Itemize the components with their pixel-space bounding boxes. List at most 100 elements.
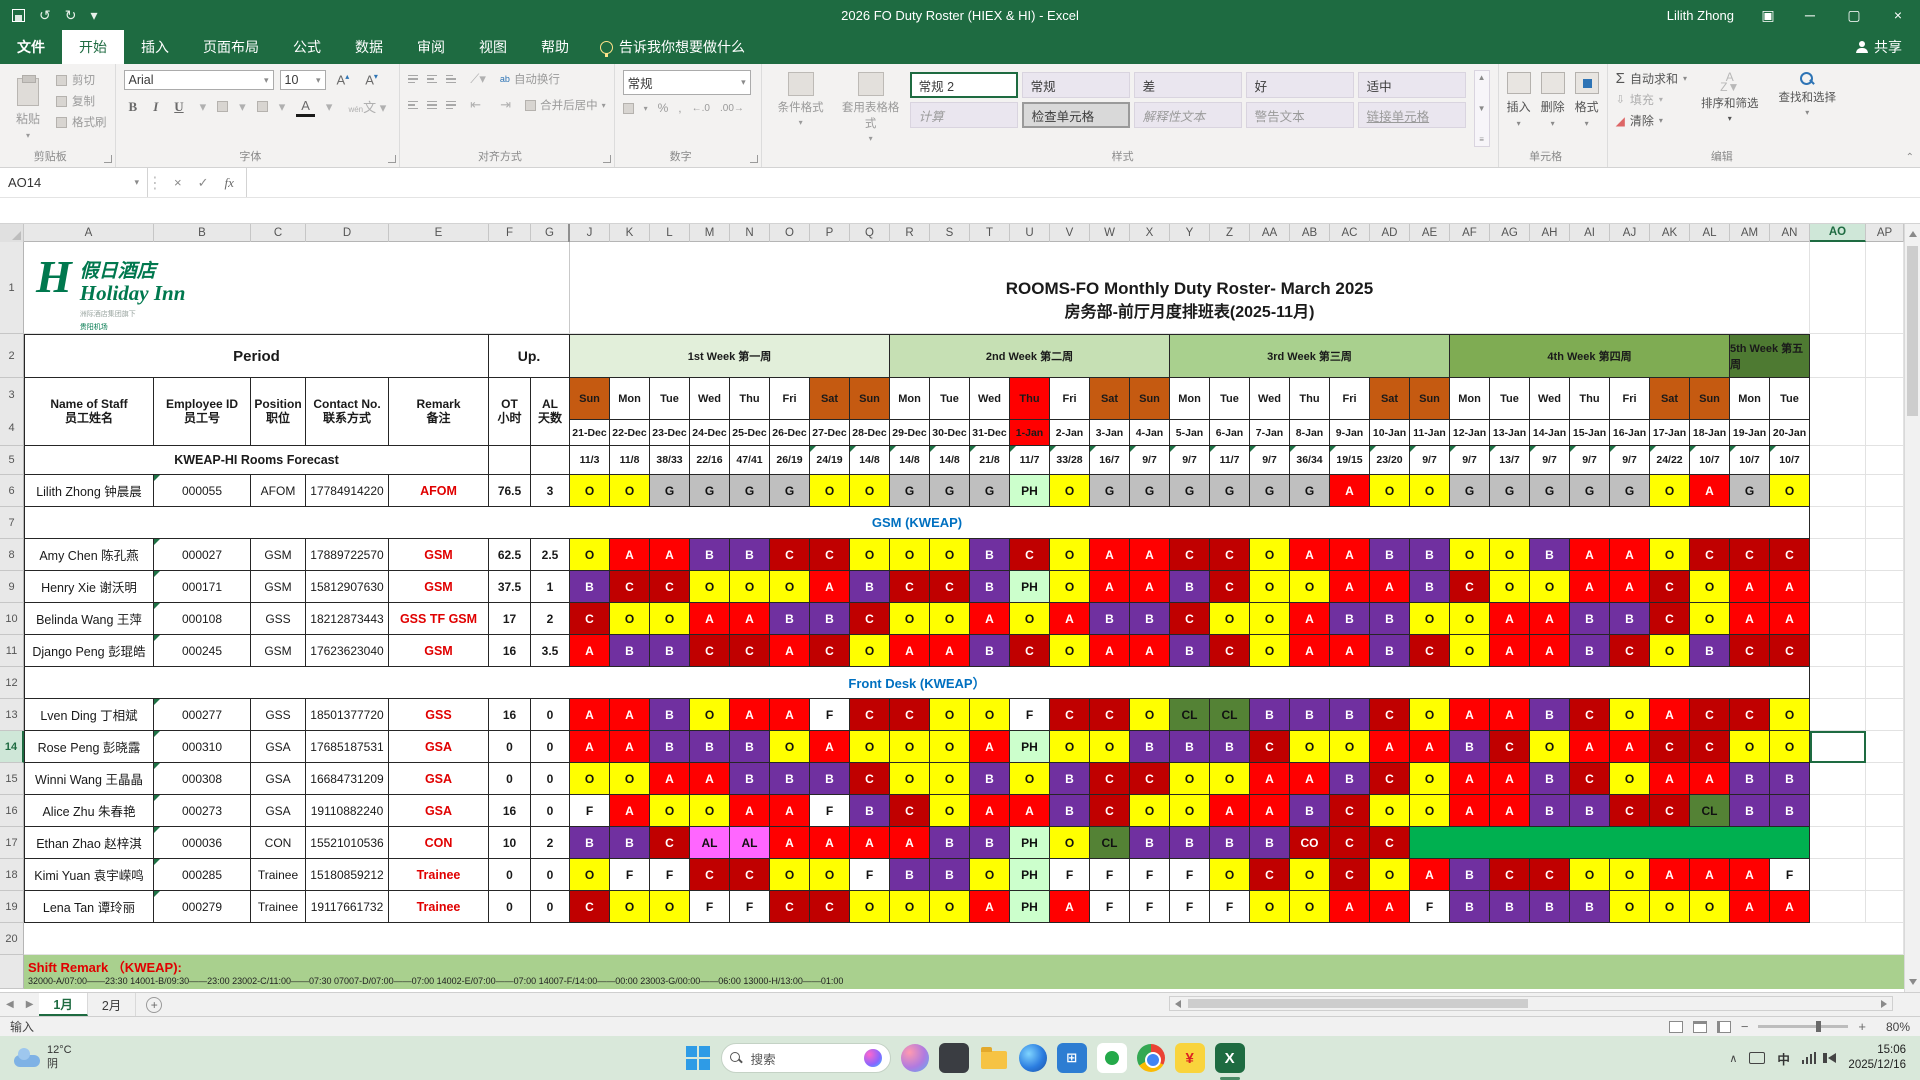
staff-id[interactable]: 000171 bbox=[154, 571, 251, 603]
shift-cell[interactable]: B bbox=[970, 571, 1010, 603]
shift-cell[interactable]: O bbox=[690, 699, 730, 731]
shift-cell[interactable]: B bbox=[930, 859, 970, 891]
network-icon[interactable] bbox=[1801, 1052, 1817, 1064]
week-band-4[interactable]: 4th Week 第四周 bbox=[1450, 334, 1730, 378]
forecast-27[interactable]: 24/22 bbox=[1650, 446, 1690, 475]
staff-position[interactable]: AFOM bbox=[251, 475, 306, 507]
date-header-16-Jan[interactable]: 16-Jan bbox=[1610, 420, 1650, 446]
staff-id[interactable]: 000055 bbox=[154, 475, 251, 507]
staff-position[interactable]: GSM bbox=[251, 539, 306, 571]
align-left-icon[interactable] bbox=[408, 100, 419, 110]
shift-cell[interactable]: A bbox=[970, 795, 1010, 827]
shift-cell[interactable]: A bbox=[1090, 539, 1130, 571]
borders-icon[interactable] bbox=[217, 101, 229, 112]
shift-cell[interactable]: O bbox=[850, 475, 890, 507]
column-header-B[interactable]: B bbox=[154, 224, 251, 242]
forecast-23[interactable]: 13/7 bbox=[1490, 446, 1530, 475]
shift-cell[interactable]: C bbox=[1770, 635, 1810, 667]
shift-cell[interactable]: G bbox=[1610, 475, 1650, 507]
column-header-L[interactable]: L bbox=[650, 224, 690, 242]
find-select-button[interactable]: 查找和选择 ▾ bbox=[1772, 70, 1842, 147]
day-header-12[interactable]: Fri bbox=[1050, 378, 1090, 420]
shift-cell[interactable]: C bbox=[890, 795, 930, 827]
forecast-al[interactable] bbox=[531, 446, 570, 475]
align-right-icon[interactable] bbox=[446, 100, 457, 110]
day-header-29[interactable]: Mon bbox=[1730, 378, 1770, 420]
underline-dropdown-icon[interactable]: ▾ bbox=[195, 98, 212, 116]
staff-ot[interactable]: 0 bbox=[489, 859, 531, 891]
staff-contact[interactable]: 17623623040 bbox=[306, 635, 389, 667]
cell-AO[interactable] bbox=[1810, 859, 1866, 891]
cell-AP[interactable] bbox=[1866, 475, 1904, 507]
shift-cell[interactable]: PH bbox=[1010, 475, 1050, 507]
comma-icon[interactable]: , bbox=[678, 101, 681, 115]
shift-cell[interactable]: G bbox=[1290, 475, 1330, 507]
shift-cell[interactable]: O bbox=[1610, 891, 1650, 923]
cell-AP[interactable] bbox=[1866, 571, 1904, 603]
cell-style-差[interactable]: 差 bbox=[1133, 72, 1242, 98]
staff-remark[interactable]: Trainee bbox=[389, 859, 489, 891]
day-header-2[interactable]: Tue bbox=[650, 378, 690, 420]
shift-cell[interactable]: O bbox=[930, 763, 970, 795]
shift-cell[interactable]: G bbox=[770, 475, 810, 507]
shift-cell[interactable]: F bbox=[810, 795, 850, 827]
staff-al[interactable]: 2.5 bbox=[531, 539, 570, 571]
shift-cell[interactable]: B bbox=[1170, 827, 1210, 859]
shift-cell[interactable]: O bbox=[890, 603, 930, 635]
shift-cell[interactable]: B bbox=[1530, 539, 1570, 571]
shift-cell[interactable]: B bbox=[1330, 603, 1370, 635]
staff-al[interactable]: 0 bbox=[531, 731, 570, 763]
shift-cell[interactable]: A bbox=[1130, 571, 1170, 603]
phonetic-icon[interactable]: wén文 ▾ bbox=[343, 96, 391, 117]
shift-cell[interactable]: O bbox=[850, 539, 890, 571]
shift-cell[interactable]: A bbox=[1050, 603, 1090, 635]
shift-cell[interactable]: B bbox=[650, 731, 690, 763]
shift-cell[interactable]: A bbox=[1450, 699, 1490, 731]
staff-remark[interactable]: AFOM bbox=[389, 475, 489, 507]
shift-cell[interactable]: A bbox=[1650, 859, 1690, 891]
staff-remark[interactable]: GSS TF GSM bbox=[389, 603, 489, 635]
shift-cell[interactable]: C bbox=[730, 859, 770, 891]
bold-button[interactable]: B bbox=[124, 98, 143, 116]
volume-icon[interactable] bbox=[1823, 1053, 1837, 1063]
row-header-5[interactable]: 5 bbox=[0, 446, 24, 475]
staff-al[interactable]: 2 bbox=[531, 827, 570, 859]
dark-app-icon[interactable] bbox=[938, 1043, 969, 1073]
shift-cell[interactable]: A bbox=[890, 827, 930, 859]
forecast-18[interactable]: 36/34 bbox=[1290, 446, 1330, 475]
increase-indent-icon[interactable]: ⇥ bbox=[495, 96, 516, 114]
column-header-K[interactable]: K bbox=[610, 224, 650, 242]
fill-color-icon[interactable] bbox=[256, 101, 268, 112]
menu-tab-文件[interactable]: 文件 bbox=[0, 30, 62, 64]
staff-ot[interactable]: 76.5 bbox=[489, 475, 531, 507]
shift-cell[interactable]: C bbox=[1170, 539, 1210, 571]
header-id[interactable]: Employee ID 员工号 bbox=[154, 378, 251, 446]
shift-cell[interactable]: B bbox=[810, 763, 850, 795]
shift-cell[interactable]: B bbox=[1450, 859, 1490, 891]
forecast-9[interactable]: 14/8 bbox=[930, 446, 970, 475]
shift-cell[interactable]: B bbox=[850, 795, 890, 827]
shift-cell[interactable]: A bbox=[810, 731, 850, 763]
shift-cell[interactable]: A bbox=[1690, 859, 1730, 891]
enter-icon[interactable]: ✓ bbox=[198, 175, 209, 191]
shift-cell[interactable]: C bbox=[1690, 539, 1730, 571]
shift-cell[interactable]: B bbox=[1130, 827, 1170, 859]
staff-name[interactable]: Alice Zhu 朱春艳 bbox=[24, 795, 154, 827]
shift-cell[interactable]: G bbox=[1530, 475, 1570, 507]
staff-id[interactable]: 000027 bbox=[154, 539, 251, 571]
shift-cell[interactable]: O bbox=[930, 795, 970, 827]
shift-cell[interactable]: O bbox=[1170, 795, 1210, 827]
shift-cell[interactable]: F bbox=[1170, 891, 1210, 923]
shift-cell[interactable]: B bbox=[1210, 827, 1250, 859]
forecast-4[interactable]: 47/41 bbox=[730, 446, 770, 475]
shift-cell[interactable]: A bbox=[650, 763, 690, 795]
day-header-23[interactable]: Tue bbox=[1490, 378, 1530, 420]
staff-name[interactable]: Ethan Zhao 赵梓淇 bbox=[24, 827, 154, 859]
copilot-icon[interactable] bbox=[900, 1044, 929, 1072]
file-explorer-icon[interactable] bbox=[979, 1043, 1009, 1073]
shift-cell[interactable]: G bbox=[1210, 475, 1250, 507]
shift-cell[interactable]: C bbox=[810, 891, 850, 923]
shift-cell[interactable]: C bbox=[770, 891, 810, 923]
up-header[interactable]: Up. bbox=[489, 334, 570, 378]
shift-cell[interactable]: O bbox=[570, 763, 610, 795]
